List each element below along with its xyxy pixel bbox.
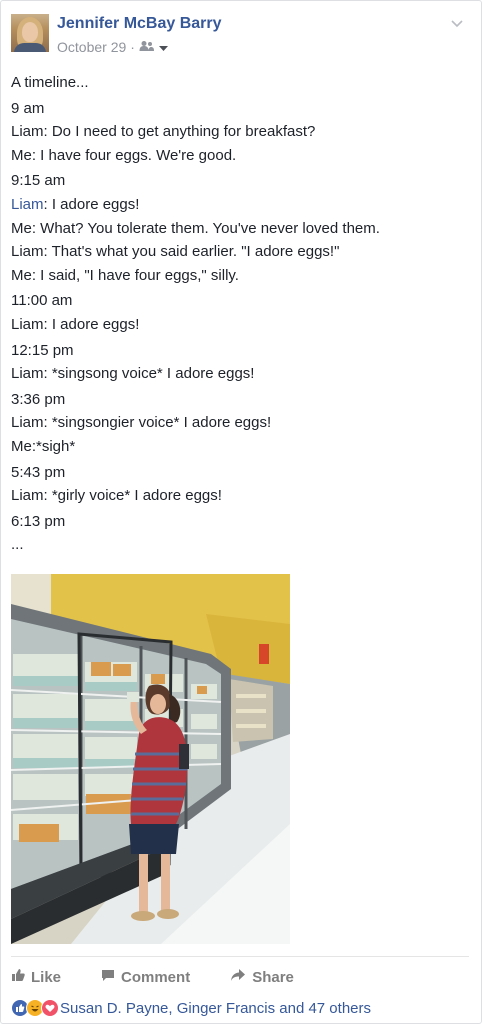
comment-button[interactable]: Comment [101,962,190,986]
post-text-line: Liam: Do I need to get anything for brea… [11,123,316,141]
avatar-face [22,22,38,42]
mention-link[interactable]: Liam [11,196,44,213]
post-text-line: Liam: I adore eggs! [11,315,140,333]
post-text-line: Liam: *girly voice* I adore eggs! [11,487,222,505]
like-button[interactable]: Like [11,962,61,986]
author-avatar[interactable] [11,14,49,52]
post-date[interactable]: October 29 [57,39,126,55]
timestamp-line: 9:15 am [11,172,66,190]
post-body: A timeline... 9 am Liam: Do I need to get … [11,71,471,557]
post-photo[interactable] [11,574,290,944]
like-label: Like [31,968,62,986]
timestamp-line: 6:13 pm [11,512,66,530]
post-text-line: ... [11,536,24,554]
chevron-down-icon[interactable] [449,15,465,31]
post-text-line: A timeline... [11,74,89,91]
timestamp-line: 5:43 pm [11,463,66,481]
caret-down-icon[interactable] [158,39,168,55]
post-actions: Like Comment Share [11,956,469,991]
post-text-line: Me: I said, "I have four eggs," silly. [11,266,239,284]
timestamp-line: 3:36 pm [11,390,66,408]
friends-audience-icon[interactable] [139,39,155,55]
reactions-bar[interactable]: Susan D. Payne, Ginger Francis and 47 ot… [11,996,469,1020]
avatar-shirt [14,43,46,52]
meta-separator: · [130,39,135,55]
post-card: Jennifer McBay Barry October 29 · A time… [0,0,482,1024]
grocery-store-photo [11,574,290,944]
timestamp-line: 11:00 am [11,292,73,310]
post-header: Jennifer McBay Barry October 29 · [11,11,471,55]
timestamp-line: 9 am [11,99,45,117]
comment-bubble-icon [101,968,115,986]
share-button[interactable]: Share [230,962,294,986]
love-reaction-icon [41,999,59,1017]
post-text-line: Liam: I adore eggs! [11,193,471,217]
post-text-line: Me:*sigh* [11,437,76,455]
post-meta: October 29 · [57,39,168,55]
thumbs-up-icon [11,968,25,986]
post-text-rest: : I adore eggs! [43,195,140,213]
post-text-line: Liam: *singsongier voice* I adore eggs! [11,414,272,432]
post-text-line: Me: What? You tolerate them. You've neve… [11,219,380,237]
author-name[interactable]: Jennifer McBay Barry [57,15,222,33]
post-text-line: Liam: *singsong voice* I adore eggs! [11,365,255,383]
timestamp-line: 12:15 pm [11,341,74,359]
reactions-summary[interactable]: Susan D. Payne, Ginger Francis and 47 ot… [60,1000,371,1017]
reaction-icons [11,999,59,1017]
share-arrow-icon [230,968,246,986]
share-label: Share [252,968,294,986]
post-text-line: Liam: That's what you said earlier. "I a… [11,243,340,261]
comment-label: Comment [121,968,191,986]
post-text-line: Me: I have four eggs. We're good. [11,146,237,164]
